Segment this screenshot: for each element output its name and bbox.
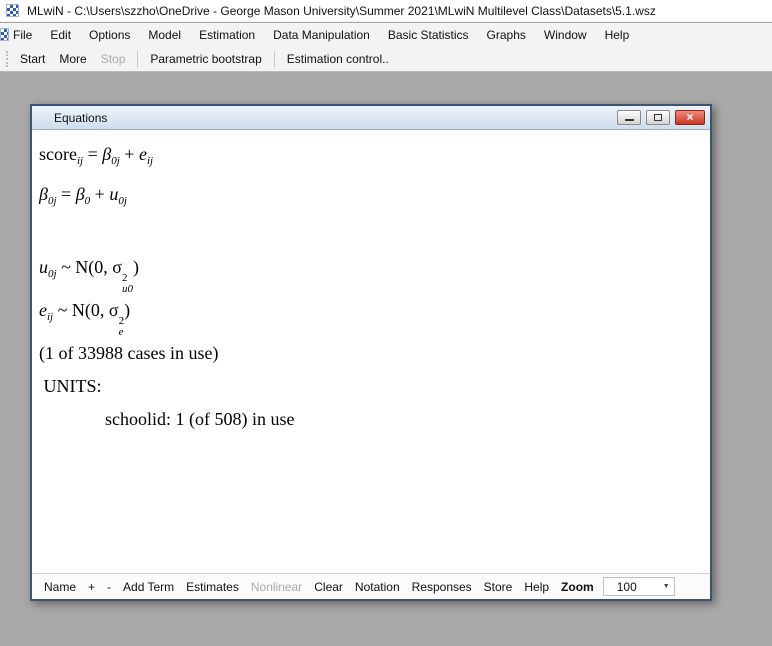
toolbar-separator xyxy=(274,51,275,68)
main-titlebar[interactable]: MLwiN - C:\Users\szzho\OneDrive - George… xyxy=(0,0,772,22)
minimize-icon xyxy=(625,119,634,121)
zoom-combobox[interactable]: 100 ▼ xyxy=(603,577,675,596)
menu-item-estimation[interactable]: Estimation xyxy=(190,23,264,47)
menu-item-options[interactable]: Options xyxy=(80,23,139,47)
menu-item-help[interactable]: Help xyxy=(596,23,639,47)
window-controls: × xyxy=(617,110,705,125)
close-button[interactable]: × xyxy=(675,110,705,125)
equation-line[interactable] xyxy=(39,218,702,251)
equation-line[interactable]: u0j ~ N(0, σ2u0) xyxy=(39,251,702,294)
mdi-area: Equations × scoreij = β0j + eijβ0j = β0 … xyxy=(0,72,772,646)
notation-button[interactable]: Notation xyxy=(349,578,406,596)
equation-line[interactable]: scoreij = β0j + eij xyxy=(39,138,702,178)
equation-line[interactable]: (1 of 33988 cases in use) xyxy=(39,337,702,370)
menu-item-edit[interactable]: Edit xyxy=(41,23,80,47)
chevron-down-icon: ▼ xyxy=(663,583,674,590)
responses-button[interactable]: Responses xyxy=(406,578,478,596)
add-button[interactable]: + xyxy=(82,578,101,596)
menu-item-graphs[interactable]: Graphs xyxy=(478,23,535,47)
sup-sub-stack: 2u0 xyxy=(122,273,133,294)
toolbar-separator xyxy=(137,51,138,68)
menu-item-window[interactable]: Window xyxy=(535,23,596,47)
store-button[interactable]: Store xyxy=(478,578,519,596)
minimize-button[interactable] xyxy=(617,110,641,125)
parametric-bootstrap-button[interactable]: Parametric bootstrap xyxy=(143,49,268,69)
maximize-button[interactable] xyxy=(646,110,670,125)
more-button[interactable]: More xyxy=(52,49,93,69)
stop-button: Stop xyxy=(94,49,133,69)
zoom-value: 100 xyxy=(604,580,663,594)
equations-footer: Name + - Add Term Estimates Nonlinear Cl… xyxy=(32,573,710,599)
close-icon: × xyxy=(686,111,693,124)
toolbar-grip xyxy=(6,51,8,67)
clear-button[interactable]: Clear xyxy=(308,578,349,596)
equations-window-title: Equations xyxy=(54,111,107,125)
start-button[interactable]: Start xyxy=(13,49,52,69)
menu-item-basic-statistics[interactable]: Basic Statistics xyxy=(379,23,478,47)
estimation-control-button[interactable]: Estimation control.. xyxy=(280,49,396,69)
menu-item-model[interactable]: Model xyxy=(139,23,190,47)
subtract-button[interactable]: - xyxy=(101,578,117,596)
equation-line[interactable]: schoolid: 1 (of 508) in use xyxy=(39,403,702,436)
equations-window: Equations × scoreij = β0j + eijβ0j = β0 … xyxy=(30,104,712,601)
maximize-icon xyxy=(654,114,662,121)
equation-line[interactable]: eij ~ N(0, σ2e) xyxy=(39,294,702,337)
name-button[interactable]: Name xyxy=(38,578,82,596)
mlwin-app-icon xyxy=(6,4,19,17)
zoom-label: Zoom xyxy=(555,578,600,596)
toolbar: Start More Stop Parametric bootstrap Est… xyxy=(0,47,772,72)
equation-line[interactable]: β0j = β0 + u0j xyxy=(39,178,702,218)
menu-item-data-manipulation[interactable]: Data Manipulation xyxy=(264,23,379,47)
add-term-button[interactable]: Add Term xyxy=(117,578,180,596)
estimates-button[interactable]: Estimates xyxy=(180,578,245,596)
main-window-title: MLwiN - C:\Users\szzho\OneDrive - George… xyxy=(27,4,656,18)
equations-body[interactable]: scoreij = β0j + eijβ0j = β0 + u0j u0j ~ N… xyxy=(32,130,710,573)
equations-window-titlebar[interactable]: Equations × xyxy=(32,106,710,130)
menu-item-file[interactable]: File xyxy=(4,23,41,47)
menu-bar: File Edit Options Model Estimation Data … xyxy=(0,23,772,47)
equation-line[interactable]: UNITS: xyxy=(39,370,702,403)
nonlinear-button: Nonlinear xyxy=(245,578,308,596)
help-button[interactable]: Help xyxy=(518,578,555,596)
background-window-icon xyxy=(0,28,9,41)
